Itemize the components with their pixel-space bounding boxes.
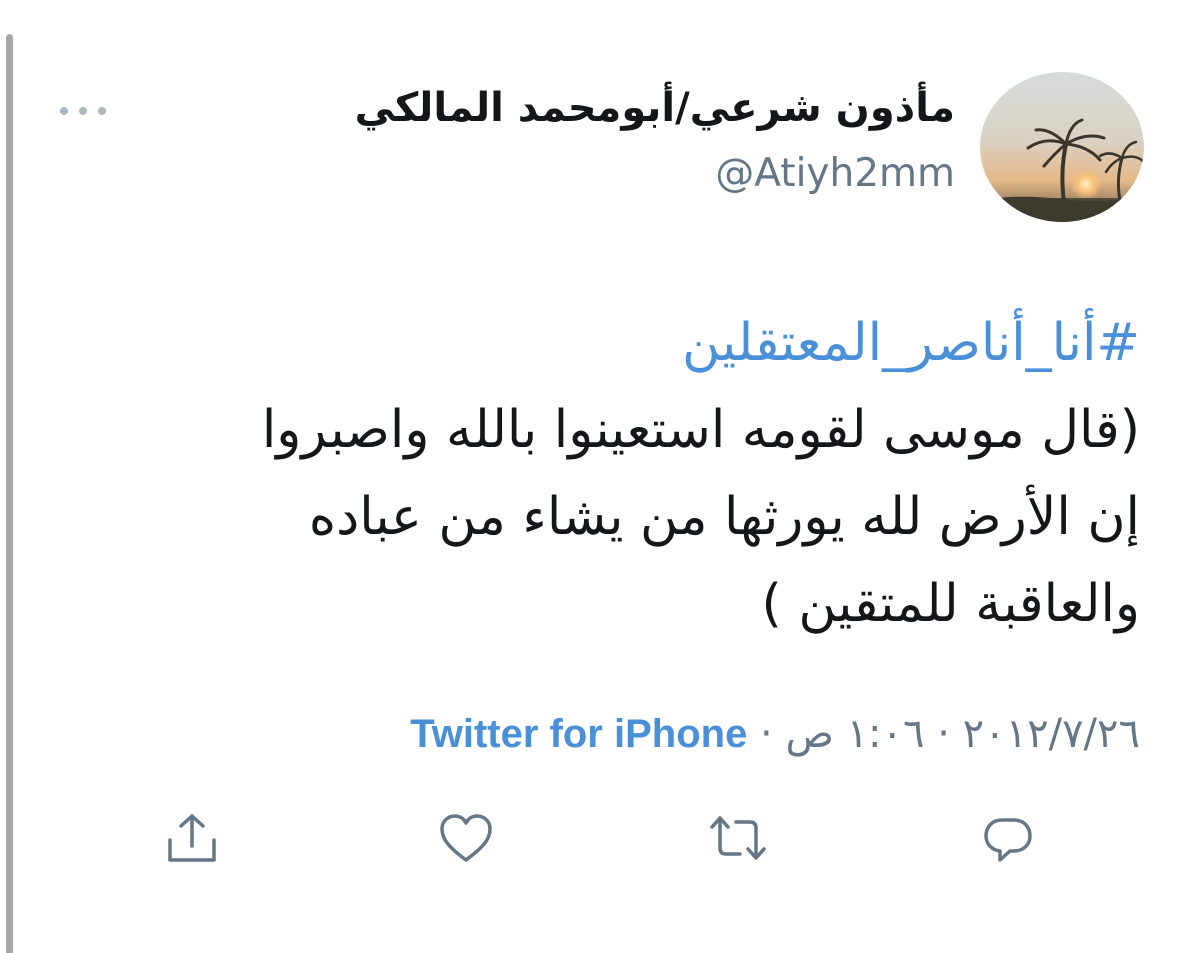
retweet-button[interactable]: [706, 806, 770, 870]
share-icon: [168, 814, 216, 862]
palm-trees-sunset-photo: [980, 72, 1144, 222]
retweet-icon: [710, 816, 766, 860]
dot: [60, 107, 68, 115]
tweet-time: ١:٠٦ ص: [785, 711, 925, 757]
dot: [79, 107, 87, 115]
tweet-source-link[interactable]: Twitter for iPhone: [410, 712, 747, 756]
reply-button[interactable]: [976, 806, 1040, 870]
avatar[interactable]: [980, 72, 1144, 222]
heart-icon: [440, 814, 492, 862]
user-handle[interactable]: @Atiyh2mm: [715, 148, 955, 200]
reply-icon: [984, 818, 1032, 862]
share-button[interactable]: [160, 806, 224, 870]
like-button[interactable]: [434, 806, 498, 870]
tweet-line-1: (قال موسى لقومه استعينوا بالله واصبروا: [261, 400, 1140, 460]
left-edge-bar: [6, 34, 13, 953]
tweet-line-2: إن الأرض لله يورثها من يشاء من عباده: [308, 487, 1140, 547]
dot: [98, 107, 106, 115]
more-options-icon[interactable]: [60, 98, 106, 124]
hashtag-link[interactable]: #أنا_أناصر_المعتقلين: [60, 300, 1140, 387]
tweet-text: #أنا_أناصر_المعتقلين (قال موسى لقومه است…: [60, 300, 1140, 648]
tweet-date: ٢٠١٢/٧/٢٦: [962, 711, 1140, 757]
display-name[interactable]: مأذون شرعي/أبومحمد المالكي: [355, 80, 955, 136]
tweet-line-3: والعاقبة للمتقين ): [761, 574, 1141, 634]
tweet-metadata: ٢٠١٢/٧/٢٦ · ١:٠٦ ص · Twitter for iPhone: [410, 706, 1140, 762]
meta-separator: ·: [760, 711, 773, 757]
meta-separator: ·: [937, 711, 950, 757]
